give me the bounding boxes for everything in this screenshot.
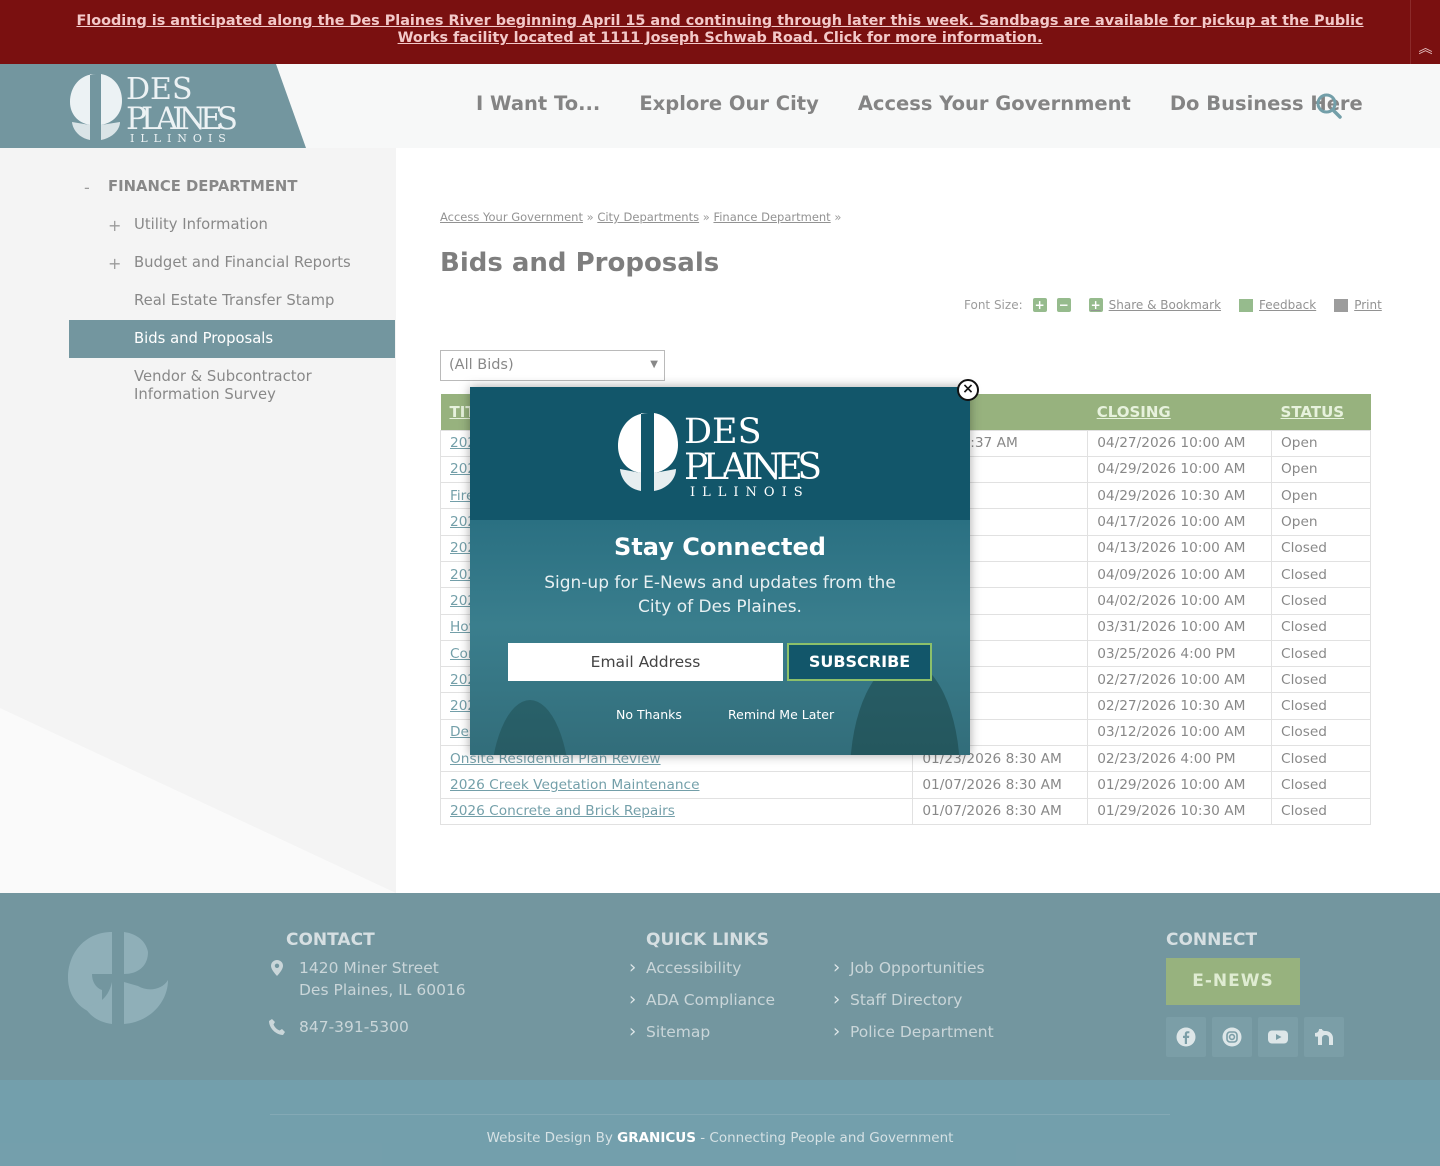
close-icon[interactable]: × bbox=[957, 379, 979, 401]
collapse-chevron-icon[interactable]: ︽ bbox=[1410, 0, 1440, 64]
email-input[interactable]: Email Address bbox=[508, 643, 783, 681]
alert-link[interactable]: Flooding is anticipated along the Des Pl… bbox=[60, 13, 1380, 47]
enews-signup-modal: DES PLAINES ILLINOIS Stay Connected Sign… bbox=[470, 387, 970, 755]
remind-me-later-link[interactable]: Remind Me Later bbox=[728, 707, 834, 722]
modal-title: Stay Connected bbox=[614, 533, 826, 561]
modal-logo: DES PLAINES ILLINOIS bbox=[618, 412, 822, 497]
alert-banner: Flooding is anticipated along the Des Pl… bbox=[0, 0, 1440, 64]
background-tree bbox=[490, 700, 570, 755]
modal-logo-line2: PLAINES bbox=[684, 447, 822, 488]
modal-logo-line1: DES bbox=[684, 412, 762, 452]
no-thanks-link[interactable]: No Thanks bbox=[616, 707, 682, 722]
modal-subtitle: Sign-up for E-News and updates from the … bbox=[544, 573, 896, 617]
modal-logo-line3: ILLINOIS bbox=[690, 485, 810, 497]
subscribe-button[interactable]: SUBSCRIBE bbox=[787, 643, 932, 681]
